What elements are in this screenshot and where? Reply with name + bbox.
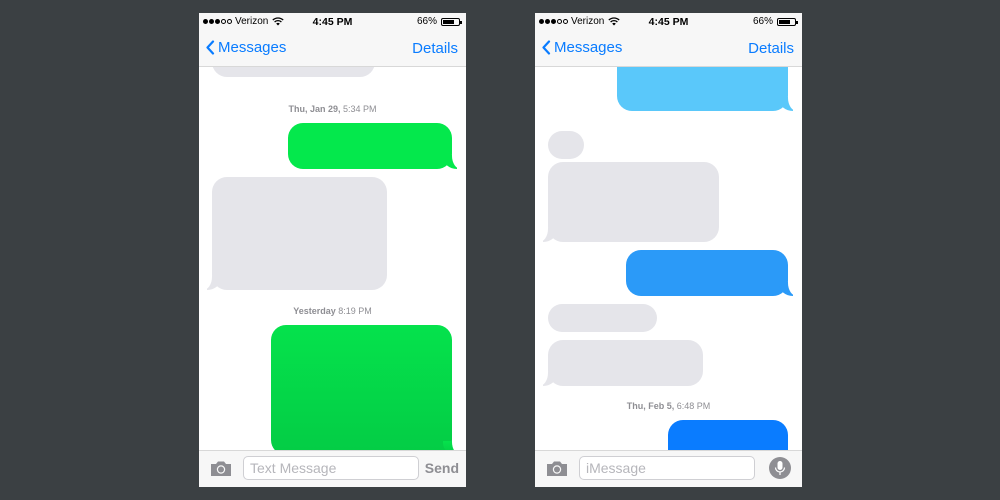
received-message-bubble[interactable] bbox=[539, 162, 719, 242]
right-phone-screen: Verizon 4:45 PM 66% Messages Details Thu… bbox=[535, 13, 802, 487]
details-button[interactable]: Details bbox=[412, 40, 458, 57]
timestamp-day: Thu, Jan 29, bbox=[288, 104, 341, 114]
battery-status: 66% bbox=[752, 16, 798, 27]
navigation-bar: Messages Details bbox=[199, 30, 466, 67]
chevron-left-icon bbox=[542, 40, 551, 55]
battery-icon bbox=[777, 17, 798, 26]
battery-percent: 66% bbox=[416, 16, 437, 27]
battery-percent: 66% bbox=[752, 16, 773, 27]
camera-icon[interactable] bbox=[546, 460, 568, 477]
timestamp-time: 8:19 PM bbox=[338, 306, 372, 316]
microphone-button[interactable] bbox=[769, 457, 791, 479]
message-thread[interactable]: Thu, Feb 5, 6:48 PM bbox=[535, 67, 802, 450]
timestamp-time: 6:48 PM bbox=[676, 401, 711, 411]
sent-message-bubble[interactable] bbox=[271, 325, 461, 450]
back-label: Messages bbox=[218, 39, 287, 56]
left-phone-screen: Verizon 4:45 PM 66% Messages Details Thu… bbox=[199, 13, 466, 487]
microphone-icon bbox=[774, 461, 786, 475]
message-thread[interactable]: Thu, Jan 29, 5:34 PM Yesterday 8:19 PM bbox=[199, 67, 466, 450]
details-button[interactable]: Details bbox=[748, 40, 794, 57]
received-message-bubble[interactable] bbox=[548, 304, 657, 332]
back-button[interactable]: Messages bbox=[205, 39, 286, 56]
timestamp-time: 5:34 PM bbox=[343, 104, 377, 114]
timestamp-day: Yesterday bbox=[293, 306, 336, 316]
status-bar: Verizon 4:45 PM 66% bbox=[199, 13, 466, 30]
back-label: Messages bbox=[554, 39, 623, 56]
received-message-bubble[interactable] bbox=[539, 340, 703, 386]
message-input[interactable]: Text Message bbox=[243, 456, 419, 480]
sent-message-bubble[interactable] bbox=[288, 123, 461, 169]
received-message-bubble[interactable] bbox=[203, 177, 387, 290]
received-message-bubble[interactable] bbox=[548, 131, 584, 159]
timestamp: Thu, Feb 5, 6:48 PM bbox=[535, 401, 802, 411]
sent-message-bubble[interactable] bbox=[626, 250, 797, 296]
navigation-bar: Messages Details bbox=[535, 30, 802, 67]
input-bar: iMessage bbox=[535, 450, 802, 487]
received-message-bubble[interactable] bbox=[212, 67, 375, 77]
message-input[interactable]: iMessage bbox=[579, 456, 755, 480]
status-bar: Verizon 4:45 PM 66% bbox=[535, 13, 802, 30]
battery-status: 66% bbox=[416, 16, 462, 27]
chevron-left-icon bbox=[206, 40, 215, 55]
input-bar: Text Message Send bbox=[199, 450, 466, 487]
timestamp: Yesterday 8:19 PM bbox=[199, 306, 466, 316]
send-button[interactable]: Send bbox=[425, 460, 459, 476]
timestamp: Thu, Jan 29, 5:34 PM bbox=[199, 104, 466, 114]
timestamp-day: Thu, Feb 5, bbox=[626, 401, 675, 411]
camera-icon[interactable] bbox=[210, 460, 232, 477]
battery-icon bbox=[441, 17, 462, 26]
back-button[interactable]: Messages bbox=[541, 39, 622, 56]
sent-message-bubble[interactable] bbox=[617, 67, 797, 111]
sent-message-bubble[interactable] bbox=[668, 420, 788, 450]
